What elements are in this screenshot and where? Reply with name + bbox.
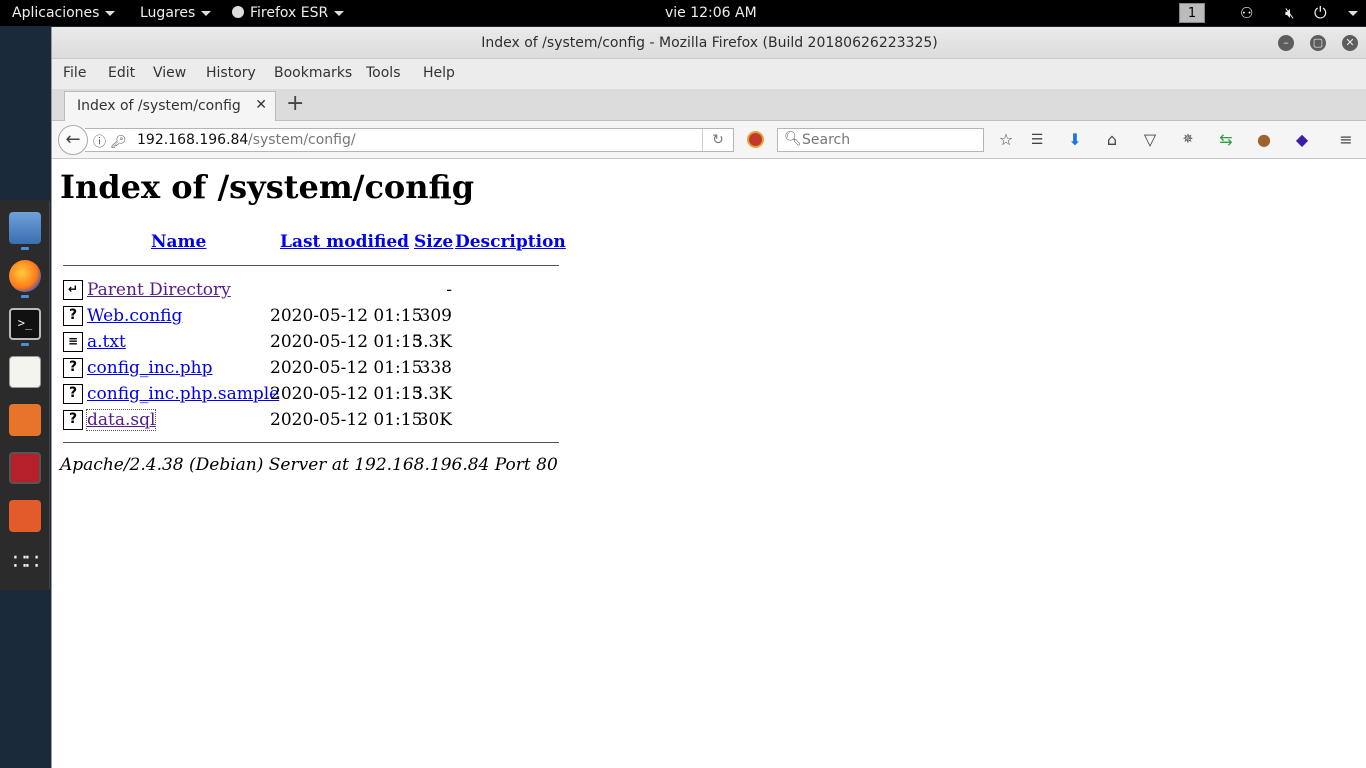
places-menu-label: Lugares: [140, 5, 196, 21]
text-file-icon: ≡: [63, 332, 83, 352]
chevron-down-icon: [201, 10, 212, 16]
firefox-small-icon: [232, 6, 244, 18]
places-menu[interactable]: Lugares: [140, 0, 212, 26]
terminal-icon[interactable]: >_: [9, 308, 41, 340]
clock[interactable]: vie 12:06 AM: [665, 0, 757, 26]
column-modified-link[interactable]: Last modified: [280, 232, 409, 252]
url-path: /system/config/: [248, 132, 356, 148]
files-icon[interactable]: [9, 212, 41, 244]
back-button[interactable]: ←: [58, 125, 88, 155]
divider: [63, 265, 559, 266]
bookmark-star-icon[interactable]: ☆: [996, 130, 1016, 150]
divider: [63, 442, 559, 443]
column-name-link[interactable]: Name: [151, 232, 206, 252]
menu-edit[interactable]: Edit: [108, 65, 135, 81]
file-link[interactable]: Web.config: [87, 306, 182, 326]
search-placeholder: Search: [802, 132, 851, 148]
chevron-down-icon: [105, 10, 116, 16]
window-title: Index of /system/config - Mozilla Firefo…: [481, 35, 938, 51]
file-link[interactable]: config_inc.php: [87, 358, 212, 378]
page-title: Index of /system/config: [60, 168, 475, 206]
window-titlebar[interactable]: Index of /system/config - Mozilla Firefo…: [52, 27, 1366, 59]
wappalyzer-icon[interactable]: ◆: [1292, 130, 1312, 150]
zap-icon[interactable]: [9, 500, 41, 532]
app-menu[interactable]: Firefox ESR: [232, 0, 345, 26]
app-menu-label: Firefox ESR: [250, 5, 329, 21]
running-indicator: [21, 295, 29, 298]
volume-muted-icon[interactable]: 🔇︎: [1285, 0, 1294, 26]
system-menu-chevron[interactable]: [1342, 0, 1358, 26]
search-icon: 🔍︎: [784, 131, 802, 147]
hamburger-menu-icon[interactable]: ≡: [1336, 130, 1356, 150]
url-host: 192.168.196.84: [137, 132, 249, 148]
gnome-top-bar: Aplicaciones Lugares Firefox ESR vie 12:…: [0, 0, 1366, 26]
file-link[interactable]: config_inc.php.sample: [87, 384, 279, 404]
power-icon[interactable]: ⏻: [1314, 0, 1327, 26]
parent-directory-link[interactable]: Parent Directory: [87, 280, 231, 300]
maximize-button[interactable]: ▢: [1310, 35, 1326, 51]
column-description-link[interactable]: Description: [455, 232, 566, 252]
running-indicator: [21, 343, 29, 346]
applications-menu-label: Aplicaciones: [12, 5, 100, 21]
unknown-file-icon: ?: [63, 384, 83, 404]
app-grid-icon[interactable]: ∷∷: [9, 548, 41, 580]
running-indicator: [21, 247, 29, 250]
menu-file[interactable]: File: [63, 65, 86, 81]
menu-bar: File Edit View History Bookmarks Tools H…: [52, 59, 1366, 89]
tab-active[interactable]: Index of /system/config ✕: [64, 91, 276, 122]
new-tab-button[interactable]: +: [286, 91, 304, 117]
site-info-icon[interactable]: ⓘ 🔑︎: [93, 131, 127, 150]
firefox-window: Index of /system/config - Mozilla Firefo…: [51, 27, 1366, 768]
file-link[interactable]: a.txt: [87, 332, 126, 352]
unknown-file-icon: ?: [63, 306, 83, 326]
file-size: -: [446, 280, 452, 300]
menu-view[interactable]: View: [153, 65, 186, 81]
proxy-switch-icon[interactable]: ⇆: [1216, 130, 1236, 150]
tab-bar: Index of /system/config ✕ +: [52, 89, 1366, 122]
unknown-file-icon: ?: [63, 410, 83, 430]
downloads-icon[interactable]: ⬇: [1065, 130, 1085, 150]
file-size: 309: [419, 306, 452, 326]
file-link-focused[interactable]: data.sql: [85, 409, 157, 431]
pocket-icon[interactable]: ▽: [1140, 130, 1160, 150]
server-signature: Apache/2.4.38 (Debian) Server at 192.168…: [60, 455, 558, 475]
menu-tools[interactable]: Tools: [366, 65, 401, 81]
column-size-link[interactable]: Size: [414, 232, 453, 252]
menu-bookmarks[interactable]: Bookmarks: [274, 65, 352, 81]
url-bar[interactable]: ⓘ 🔑︎ 192.168.196.84 /system/config/ ↻: [85, 128, 734, 152]
reading-list-icon[interactable]: ☰: [1027, 130, 1047, 150]
firefox-icon[interactable]: [9, 260, 41, 292]
dash-dock: >_ ∷∷: [0, 200, 50, 590]
metasploit-icon[interactable]: [9, 452, 41, 484]
navigation-toolbar: ⓘ 🔑︎ 192.168.196.84 /system/config/ ↻ ← …: [52, 121, 1366, 159]
chevron-down-icon: [1348, 10, 1358, 16]
ublock-icon[interactable]: [747, 131, 764, 148]
cookie-icon[interactable]: ●: [1254, 130, 1274, 150]
menu-history[interactable]: History: [206, 65, 256, 81]
back-icon: ↵: [63, 280, 83, 300]
file-size: 3.3K: [412, 332, 452, 352]
chevron-down-icon: [334, 10, 345, 16]
workspace-indicator[interactable]: 1: [1179, 3, 1205, 23]
search-bar[interactable]: 🔍︎ Search: [777, 128, 984, 152]
file-size: 3.3K: [412, 384, 452, 404]
page-content: Index of /system/config Name Last modifi…: [52, 160, 1366, 768]
arrow-left-icon: ←: [65, 129, 81, 150]
home-icon[interactable]: ⌂: [1102, 130, 1122, 150]
minimize-button[interactable]: –: [1278, 35, 1294, 51]
reload-icon[interactable]: ↻: [702, 129, 733, 151]
applications-menu[interactable]: Aplicaciones: [12, 0, 116, 26]
unknown-file-icon: ?: [63, 358, 83, 378]
tab-close-icon[interactable]: ✕: [255, 97, 267, 113]
burpsuite-icon[interactable]: [9, 404, 41, 436]
file-size: 30K: [417, 410, 452, 430]
people-icon[interactable]: ⚇: [1240, 0, 1253, 26]
extension-bug-icon[interactable]: ✵: [1178, 130, 1198, 150]
tab-title: Index of /system/config: [77, 98, 241, 114]
file-size: 338: [419, 358, 452, 378]
menu-help[interactable]: Help: [423, 65, 455, 81]
close-window-button[interactable]: ✕: [1342, 35, 1358, 51]
text-editor-icon[interactable]: [9, 356, 41, 388]
